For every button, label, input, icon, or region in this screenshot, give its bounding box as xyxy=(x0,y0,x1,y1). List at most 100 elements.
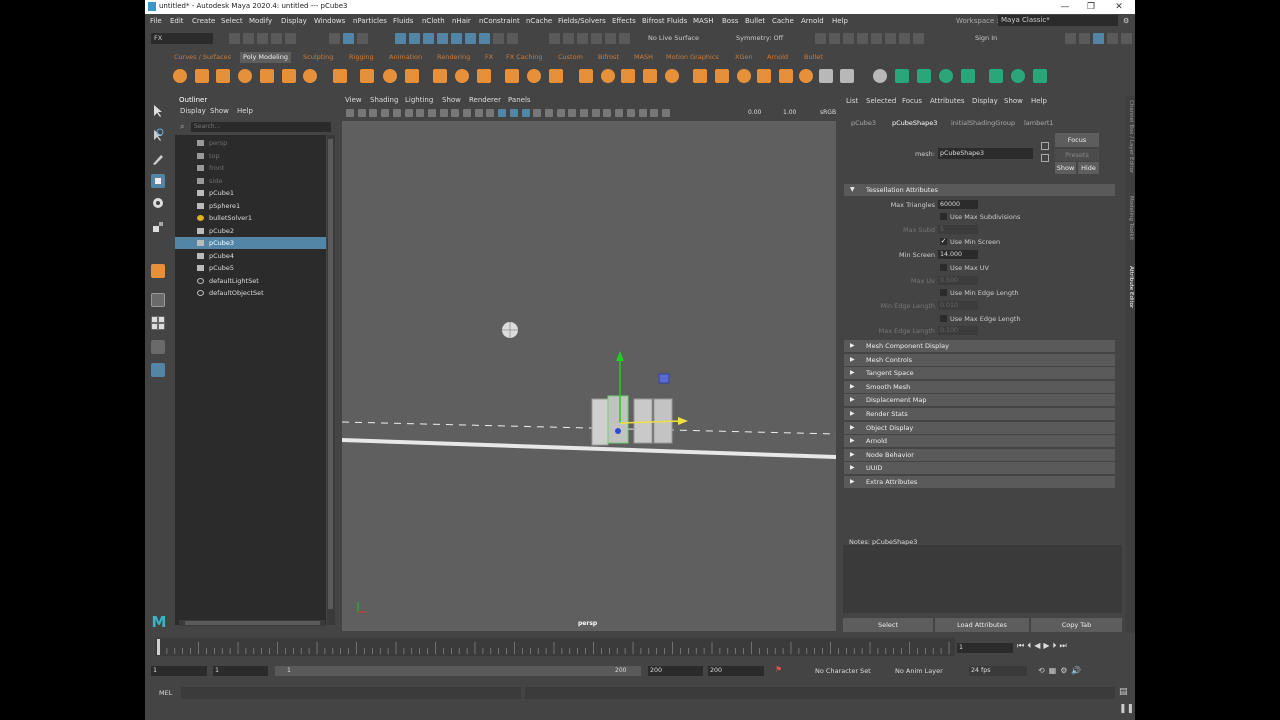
super-shape-icon[interactable] xyxy=(360,69,374,83)
menu-nconstraint[interactable]: nConstraint xyxy=(479,17,520,25)
playback-controls[interactable]: ⏮⏴◀▶⏵⏭ xyxy=(1017,641,1127,653)
ae-menu-selected[interactable]: Selected xyxy=(866,97,896,105)
menu-cache[interactable]: Cache xyxy=(772,17,794,25)
current-frame-field[interactable]: 1 xyxy=(957,643,1013,653)
shelf-tab-mash[interactable]: MASH xyxy=(634,53,653,61)
fps-dropdown[interactable]: 24 fps xyxy=(969,666,1027,676)
focus-button[interactable]: Focus xyxy=(1055,133,1099,147)
poly-cylinder-icon[interactable] xyxy=(216,69,230,83)
viewport-menu-lighting[interactable]: Lighting xyxy=(405,96,433,104)
combine-icon[interactable] xyxy=(527,69,541,83)
current-time-indicator[interactable] xyxy=(157,639,160,655)
mask-icon-2[interactable] xyxy=(409,33,420,44)
uv-editor-icon[interactable] xyxy=(715,69,729,83)
move-manip-plane-handle[interactable] xyxy=(658,373,670,384)
poly-disc-icon[interactable] xyxy=(303,69,317,83)
snap-point-icon[interactable] xyxy=(577,33,588,44)
section-object-display[interactable]: ▶ Object Display xyxy=(844,421,1115,434)
grid-icon[interactable] xyxy=(416,109,425,117)
shelf-tab-arnold[interactable]: Arnold xyxy=(767,53,788,61)
outliner-item-defaultobjectset[interactable]: defaultObjectSet xyxy=(175,287,326,299)
motion-blur-icon[interactable] xyxy=(580,109,588,117)
shadows-icon[interactable] xyxy=(556,109,565,117)
character-set-dropdown[interactable]: No Character Set xyxy=(815,667,871,675)
separate-icon[interactable] xyxy=(549,69,563,83)
outliner-item-persp[interactable]: persp xyxy=(175,137,326,149)
depth-of-field-icon[interactable] xyxy=(603,109,612,117)
exposure-value[interactable]: 0.00 xyxy=(748,109,761,116)
notes-textarea[interactable] xyxy=(843,545,1122,613)
snap-curve-icon[interactable] xyxy=(563,33,574,44)
create-polygon-icon[interactable] xyxy=(757,69,771,83)
side-tab-modeling-toolkit[interactable]: Modeling Toolkit xyxy=(1126,196,1134,252)
menu-bifrost-fluids[interactable]: Bifrost Fluids xyxy=(642,17,687,25)
mask-icon-8[interactable] xyxy=(493,33,504,44)
shelf-tab-rendering[interactable]: Rendering xyxy=(437,53,470,61)
help-line-pause-icon[interactable]: ❚❚ xyxy=(1119,704,1134,716)
resolution-gate-icon[interactable] xyxy=(439,109,448,117)
outliner-item-defaultlightset[interactable]: defaultLightSet xyxy=(175,275,326,287)
outliner-menu-display[interactable]: Display xyxy=(180,107,206,115)
persp-outliner-layout-icon[interactable] xyxy=(151,340,165,354)
show-button[interactable]: Show xyxy=(1055,162,1076,174)
max-triangles-field[interactable]: 60000 xyxy=(938,200,978,209)
menu-ncloth[interactable]: nCloth xyxy=(422,17,445,25)
wireframe-icon[interactable] xyxy=(498,109,507,117)
mask-icon-7[interactable] xyxy=(479,33,490,44)
range-end-field[interactable]: 200 xyxy=(648,666,703,676)
shelf-tab-poly-modeling[interactable]: Poly Modeling xyxy=(240,52,291,63)
side-tab-attribute-editor[interactable]: Attribute Editor xyxy=(1126,266,1134,320)
close-button[interactable]: ✕ xyxy=(1105,0,1133,14)
poly-torus-icon[interactable] xyxy=(260,69,274,83)
mask-icon-6[interactable] xyxy=(465,33,476,44)
lasso-tool-icon[interactable] xyxy=(151,128,165,142)
smooth-shade-icon[interactable] xyxy=(509,109,518,117)
use-min-screen-checkbox[interactable]: ✓ xyxy=(940,238,947,245)
gamma-value[interactable]: 1.00 xyxy=(783,109,796,116)
toggle-tool-settings-icon[interactable] xyxy=(1107,33,1118,44)
outliner-layout-icon[interactable] xyxy=(151,363,165,377)
isolate-select-icon[interactable] xyxy=(615,109,624,117)
shelf-tab-xgen[interactable]: XGen xyxy=(735,53,753,61)
bullet-delete-icon[interactable] xyxy=(1033,69,1047,83)
live-surface-field[interactable]: No Live Surface xyxy=(645,33,720,44)
menu-effects[interactable]: Effects xyxy=(612,17,636,25)
section-tessellation-attributes[interactable]: ▼ Tessellation Attributes xyxy=(844,184,1115,196)
mesh-tool-icon[interactable] xyxy=(737,69,751,83)
copy-tab-button[interactable]: Copy Tab xyxy=(1031,618,1122,632)
maximize-button[interactable]: ❐ xyxy=(1077,0,1105,14)
hud-icon[interactable] xyxy=(661,109,670,117)
presets-button[interactable]: Presets xyxy=(1055,149,1099,161)
viewport-menu-shading[interactable]: Shading xyxy=(370,96,398,104)
select-hierarchy-icon[interactable] xyxy=(329,33,340,44)
section-node-behavior[interactable]: ▶ Node Behavior xyxy=(844,448,1115,461)
snap-view-icon[interactable] xyxy=(591,33,602,44)
shelf-tab-curves-surfaces[interactable]: Curves / Surfaces xyxy=(174,53,231,61)
rotate-tool-icon[interactable] xyxy=(151,196,165,210)
screen-space-ao-icon[interactable] xyxy=(568,109,577,117)
ae-menu-display[interactable]: Display xyxy=(972,97,998,105)
shelf-tab-rigging[interactable]: Rigging xyxy=(349,53,374,61)
menu-boss[interactable]: Boss xyxy=(722,17,738,25)
sculpt-icon[interactable] xyxy=(693,69,707,83)
ae-tab-pcube3[interactable]: pCube3 xyxy=(851,119,876,127)
bookmarks-icon[interactable] xyxy=(369,109,378,117)
outliner-item-pcube4[interactable]: pCube4 xyxy=(175,250,326,262)
menu-ncache[interactable]: nCache xyxy=(526,17,552,25)
viewport-menu-view[interactable]: View xyxy=(345,96,362,104)
render-frame-icon[interactable] xyxy=(829,33,840,44)
toggle-panel-icon-2[interactable] xyxy=(1079,33,1090,44)
anim-layer-dropdown[interactable]: No Anim Layer xyxy=(895,667,943,675)
outliner-item-bulletsolver1[interactable]: bulletSolver1 xyxy=(175,212,326,224)
multi-cut-icon[interactable] xyxy=(433,69,447,83)
undo-icon[interactable] xyxy=(271,33,282,44)
menu-fluids[interactable]: Fluids xyxy=(393,17,413,25)
camera-attributes-icon[interactable] xyxy=(357,109,366,117)
open-scene-icon[interactable] xyxy=(243,33,254,44)
smooth-icon[interactable] xyxy=(579,69,593,83)
ae-tab-lambert1[interactable]: lambert1 xyxy=(1024,119,1054,127)
menu-modify[interactable]: Modify xyxy=(249,17,272,25)
sign-in-dropdown[interactable]: Sign In xyxy=(963,33,1038,44)
snap-pivot-icon[interactable] xyxy=(619,33,630,44)
reduce-icon[interactable] xyxy=(819,69,833,83)
